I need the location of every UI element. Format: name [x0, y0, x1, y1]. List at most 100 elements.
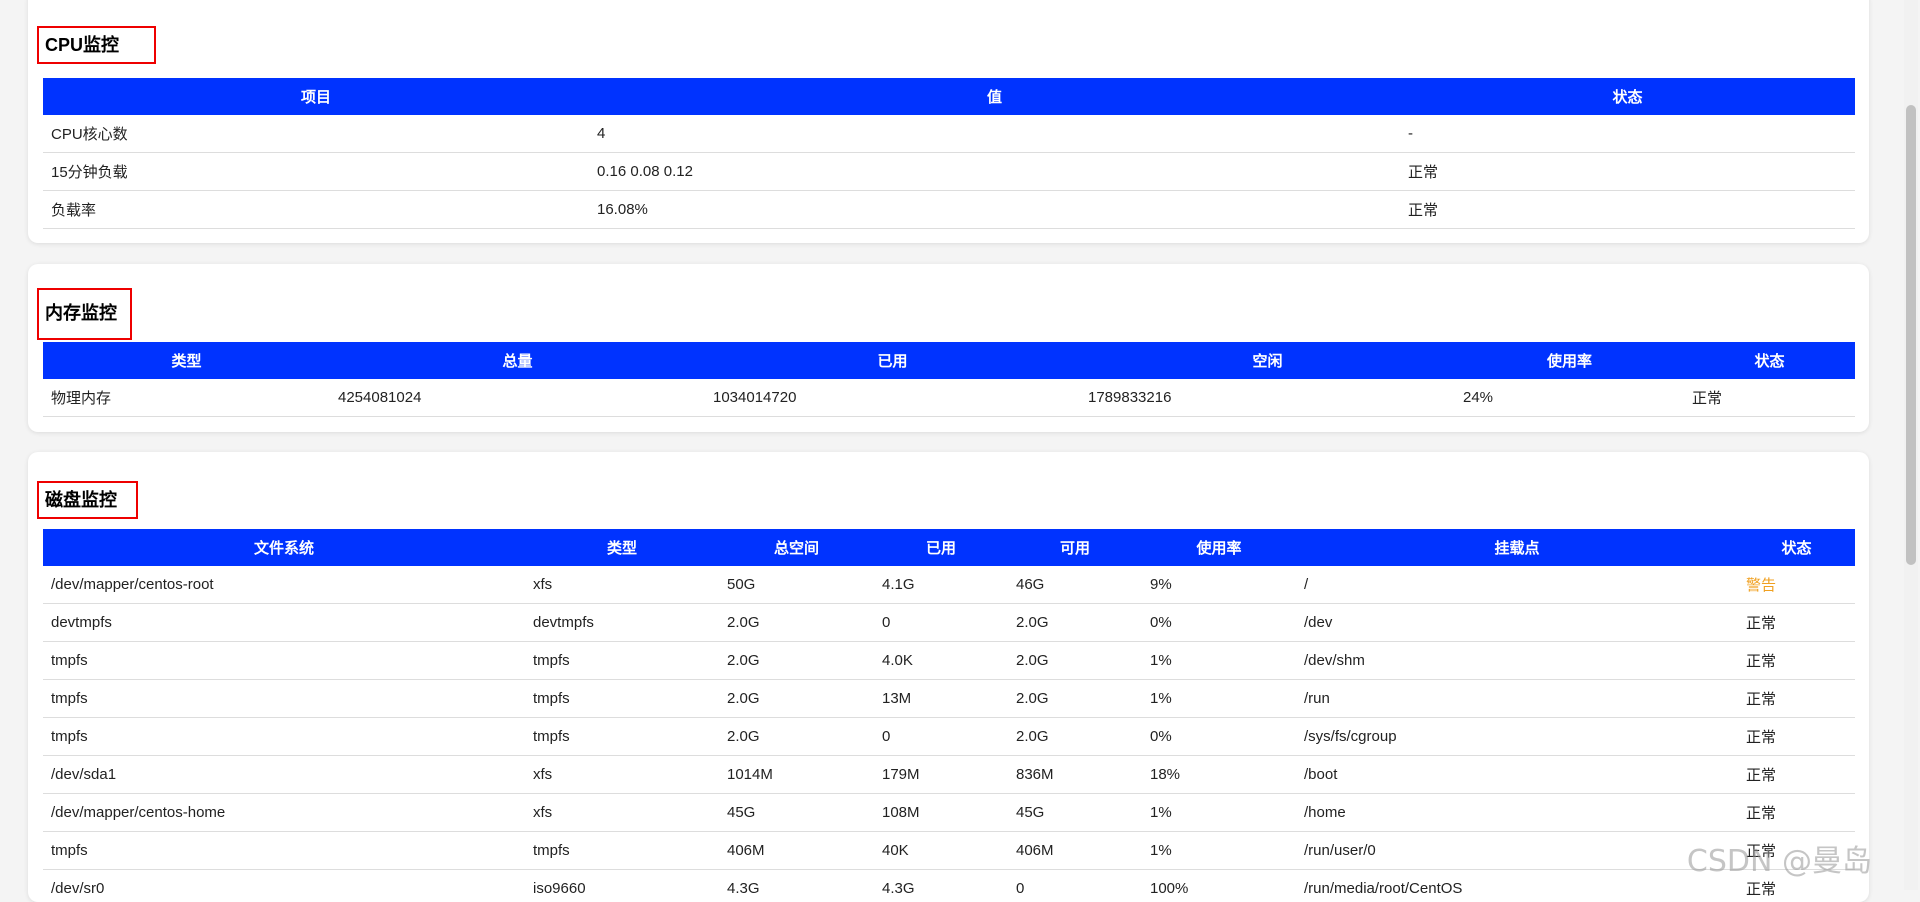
disk-type: xfs [525, 566, 719, 604]
cpu-status: - [1400, 115, 1855, 153]
disk-used: 40K [874, 832, 1008, 870]
disk-size: 50G [719, 566, 874, 604]
cpu-item: 负载率 [43, 191, 589, 229]
cpu-value: 4 [589, 115, 1400, 153]
table-row: tmpfstmpfs406M40K406M1%/run/user/0正常 [43, 832, 1855, 870]
table-row: /dev/mapper/centos-rootxfs50G4.1G46G9%/警… [43, 566, 1855, 604]
disk-table-header: 文件系统 类型 总空间 已用 可用 使用率 挂载点 状态 [43, 529, 1855, 566]
disk-used: 0 [874, 604, 1008, 642]
disk-available: 2.0G [1008, 718, 1142, 756]
table-row: /dev/sr0iso96604.3G4.3G0100%/run/media/r… [43, 870, 1855, 902]
disk-type: xfs [525, 756, 719, 794]
cpu-status: 正常 [1400, 153, 1855, 191]
disk-filesystem: tmpfs [43, 680, 525, 718]
disk-monitor-title: 磁盘监控 [37, 481, 138, 519]
table-row: /dev/sda1xfs1014M179M836M18%/boot正常 [43, 756, 1855, 794]
disk-available: 2.0G [1008, 642, 1142, 680]
disk-table-body: /dev/mapper/centos-rootxfs50G4.1G46G9%/警… [43, 566, 1855, 902]
disk-usage: 18% [1142, 756, 1296, 794]
cpu-item: 15分钟负载 [43, 153, 589, 191]
memory-header-usage: 使用率 [1455, 342, 1684, 379]
disk-header-type: 类型 [525, 529, 719, 566]
table-row: 15分钟负载 0.16 0.08 0.12 正常 [43, 153, 1855, 191]
cpu-status: 正常 [1400, 191, 1855, 229]
disk-type: tmpfs [525, 642, 719, 680]
memory-monitor-card: 内存监控 类型 总量 已用 空闲 使用率 状态 物理内存 4254081024 … [28, 264, 1869, 432]
memory-monitor-title: 内存监控 [37, 288, 132, 340]
disk-available: 836M [1008, 756, 1142, 794]
disk-mount: / [1296, 566, 1738, 604]
memory-total: 4254081024 [330, 379, 705, 417]
disk-header-filesystem: 文件系统 [43, 529, 525, 566]
cpu-value: 0.16 0.08 0.12 [589, 153, 1400, 191]
disk-header-usage: 使用率 [1142, 529, 1296, 566]
disk-available: 2.0G [1008, 604, 1142, 642]
disk-used: 108M [874, 794, 1008, 832]
disk-used: 13M [874, 680, 1008, 718]
disk-status: 正常 [1738, 794, 1855, 832]
memory-usage: 24% [1455, 379, 1684, 417]
table-row: devtmpfsdevtmpfs2.0G02.0G0%/dev正常 [43, 604, 1855, 642]
memory-status: 正常 [1684, 379, 1855, 417]
cpu-monitor-title: CPU监控 [37, 26, 156, 64]
table-row: tmpfstmpfs2.0G4.0K2.0G1%/dev/shm正常 [43, 642, 1855, 680]
disk-usage: 1% [1142, 832, 1296, 870]
disk-table: 文件系统 类型 总空间 已用 可用 使用率 挂载点 状态 /dev/mapper… [43, 529, 1855, 902]
table-row: tmpfstmpfs2.0G13M2.0G1%/run正常 [43, 680, 1855, 718]
cpu-table: 项目 值 状态 CPU核心数 4 - 15分钟负载 0.16 0.08 0.12… [43, 78, 1855, 229]
disk-filesystem: /dev/sr0 [43, 870, 525, 902]
disk-available: 406M [1008, 832, 1142, 870]
disk-status: 正常 [1738, 604, 1855, 642]
disk-status: 正常 [1738, 718, 1855, 756]
disk-mount: /sys/fs/cgroup [1296, 718, 1738, 756]
disk-available: 46G [1008, 566, 1142, 604]
table-row: tmpfstmpfs2.0G02.0G0%/sys/fs/cgroup正常 [43, 718, 1855, 756]
disk-usage: 1% [1142, 642, 1296, 680]
disk-filesystem: devtmpfs [43, 604, 525, 642]
disk-type: xfs [525, 794, 719, 832]
scrollbar-thumb[interactable] [1906, 105, 1916, 565]
disk-used: 179M [874, 756, 1008, 794]
disk-filesystem: /dev/mapper/centos-root [43, 566, 525, 604]
disk-type: iso9660 [525, 870, 719, 902]
disk-mount: /dev [1296, 604, 1738, 642]
disk-available: 0 [1008, 870, 1142, 902]
disk-used: 4.0K [874, 642, 1008, 680]
disk-usage: 0% [1142, 718, 1296, 756]
disk-size: 45G [719, 794, 874, 832]
disk-type: tmpfs [525, 680, 719, 718]
table-row: 物理内存 4254081024 1034014720 1789833216 24… [43, 379, 1855, 417]
disk-header-available: 可用 [1008, 529, 1142, 566]
disk-usage: 1% [1142, 680, 1296, 718]
disk-header-used: 已用 [874, 529, 1008, 566]
memory-used: 1034014720 [705, 379, 1080, 417]
disk-status: 正常 [1738, 756, 1855, 794]
disk-used: 4.3G [874, 870, 1008, 902]
disk-size: 2.0G [719, 718, 874, 756]
table-row: 负载率 16.08% 正常 [43, 191, 1855, 229]
disk-size: 2.0G [719, 604, 874, 642]
memory-type: 物理内存 [43, 379, 330, 417]
disk-usage: 0% [1142, 604, 1296, 642]
disk-size: 2.0G [719, 642, 874, 680]
disk-monitor-card: 磁盘监控 文件系统 类型 总空间 已用 可用 使用率 挂载点 状态 /dev/m… [28, 452, 1869, 902]
vertical-scrollbar[interactable] [1904, 0, 1918, 890]
disk-used: 4.1G [874, 566, 1008, 604]
table-row: CPU核心数 4 - [43, 115, 1855, 153]
disk-header-status: 状态 [1738, 529, 1855, 566]
cpu-header-value: 值 [589, 78, 1400, 115]
disk-type: tmpfs [525, 832, 719, 870]
memory-table-header: 类型 总量 已用 空闲 使用率 状态 [43, 342, 1855, 379]
disk-available: 2.0G [1008, 680, 1142, 718]
cpu-header-status: 状态 [1400, 78, 1855, 115]
memory-header-type: 类型 [43, 342, 330, 379]
memory-table: 类型 总量 已用 空闲 使用率 状态 物理内存 4254081024 10340… [43, 342, 1855, 417]
disk-size: 406M [719, 832, 874, 870]
disk-status: 正常 [1738, 680, 1855, 718]
cpu-table-header: 项目 值 状态 [43, 78, 1855, 115]
disk-mount: /boot [1296, 756, 1738, 794]
memory-free: 1789833216 [1080, 379, 1455, 417]
cpu-item: CPU核心数 [43, 115, 589, 153]
disk-mount: /dev/shm [1296, 642, 1738, 680]
disk-filesystem: tmpfs [43, 832, 525, 870]
